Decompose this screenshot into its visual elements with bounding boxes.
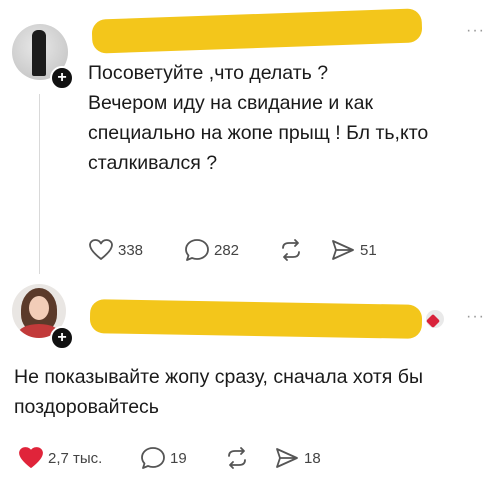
repost-arrows-icon: [282, 239, 300, 261]
reply-count: 282: [214, 241, 240, 259]
post-text-line: поздоровайтесь: [14, 396, 159, 418]
reply-count: 19: [170, 449, 187, 467]
share-count: 51: [360, 241, 377, 259]
paper-plane-icon: [332, 240, 354, 260]
post-text-line: Не показывайте жопу сразу, сначала хотя …: [14, 366, 423, 388]
like-count: 2,7 тыс.: [48, 449, 103, 467]
like-button[interactable]: 2,7 тыс.: [18, 446, 140, 470]
more-ellipsis-icon[interactable]: ···: [466, 22, 485, 40]
post-text-line: Посоветуйте ,что делать ?: [88, 62, 329, 84]
thread-post-1: + ··· Посоветуйте ,что делать ? Вечером …: [0, 0, 500, 280]
thread-post-2: + ··· Не показывайте жопу сразу, сначала…: [0, 280, 500, 481]
follow-plus-icon[interactable]: +: [50, 326, 74, 350]
speech-bubble-icon: [141, 447, 165, 469]
share-button[interactable]: 18: [274, 446, 344, 470]
post-text-line: специально на жопе прыщ ! Бл ть,кто: [88, 122, 429, 144]
reply-button[interactable]: 19: [140, 446, 224, 470]
post-actions: 2,7 тыс. 19 18: [18, 446, 344, 470]
post-actions: 338 282 51: [88, 238, 400, 262]
redacted-username: [89, 299, 423, 339]
like-button[interactable]: 338: [88, 238, 184, 262]
speech-bubble-icon: [185, 239, 209, 261]
repost-button[interactable]: [278, 238, 330, 262]
repost-button[interactable]: [224, 446, 274, 470]
follow-plus-icon[interactable]: +: [50, 66, 74, 90]
heart-icon: [19, 447, 43, 468]
more-ellipsis-icon[interactable]: ···: [466, 308, 485, 326]
post-text: Посоветуйте ,что делать ? Вечером иду на…: [88, 58, 488, 178]
reply-button[interactable]: 282: [184, 238, 278, 262]
share-count: 18: [304, 449, 321, 467]
author-badge-icon: [426, 310, 444, 328]
post-text-line: сталкивался ?: [88, 152, 218, 174]
post-text-line: Вечером иду на свидание и как: [88, 92, 373, 114]
like-count: 338: [118, 241, 144, 259]
repost-arrows-icon: [228, 447, 246, 469]
paper-plane-icon: [276, 448, 298, 468]
share-button[interactable]: 51: [330, 238, 400, 262]
heart-icon: [89, 239, 113, 260]
post-text: Не показывайте жопу сразу, сначала хотя …: [14, 362, 494, 422]
thread-connector: [39, 94, 40, 274]
redacted-username: [91, 8, 423, 54]
